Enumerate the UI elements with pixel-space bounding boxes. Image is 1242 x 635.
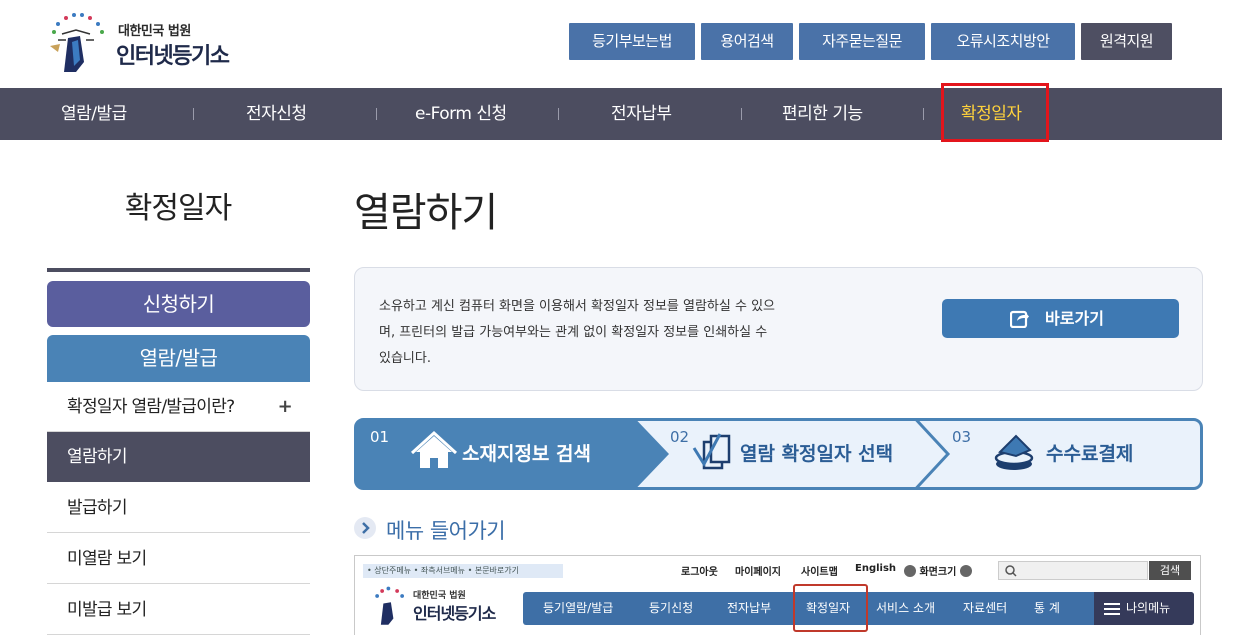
preview-nav-item: 등기열람/발급 [543, 601, 614, 615]
sidebar-view-issue-button[interactable]: 열람/발급 [47, 335, 310, 382]
info-text-line: 며, 프린터의 발급 가능여부와는 관계 없이 확정일자 정보를 인쇄하실 수 [379, 325, 768, 340]
preview-my-menu: 나의메뉴 [1094, 592, 1194, 625]
preview-nav-item: 등기신청 [649, 601, 694, 615]
nav-divider [376, 108, 377, 120]
util-link-remote-support[interactable]: 원격지원 [1081, 23, 1172, 60]
preview-logo-title: 인터넷등기소 [413, 604, 496, 623]
preview-highlight-box [793, 584, 868, 632]
step-3-label: 수수료결제 [1046, 443, 1133, 465]
sidebar-divider [47, 268, 310, 272]
nav-divider [923, 108, 924, 120]
search-icon [1005, 565, 1017, 577]
nav-view-issue[interactable]: 열람/발급 [61, 88, 127, 140]
step-2-label: 열람 확정일자 선택 [740, 442, 893, 465]
info-box: 소유하고 계신 컴퓨터 화면을 이용해서 확정일자 정보를 열람하실 수 있으 … [354, 267, 1203, 391]
info-text: 소유하고 계신 컴퓨터 화면을 이용해서 확정일자 정보를 열람하실 수 있으 … [379, 294, 885, 372]
go-shortcut-label: 바로가기 [1045, 309, 1104, 328]
process-steps: 01 소재지정보 검색 02 열람 확정일자 선택 03 수수료결제 [354, 418, 1203, 490]
sidebar-item-unissued[interactable]: 미발급 보기 [47, 585, 310, 635]
step-1-label: 소재지정보 검색 [462, 443, 591, 465]
sidebar-item-label: 미열람 보기 [67, 549, 147, 569]
preview-nav-item: 자료센터 [963, 601, 1008, 615]
logo-subtitle: 대한민국 법원 [118, 24, 191, 39]
sidebar-item-about[interactable]: 확정일자 열람/발급이란? + [47, 382, 310, 432]
preview-util-screen-size: 화면크기 [904, 563, 972, 578]
preview-util-sitemap: 사이트맵 [801, 567, 838, 578]
preview-nav-item: 통 계 [1034, 601, 1060, 615]
sidebar-item-view[interactable]: 열람하기 [47, 432, 310, 482]
preview-search-input [998, 561, 1148, 580]
court-emblem-icon [375, 586, 404, 625]
step-2-number: 02 [670, 428, 689, 446]
menu-enter-label: 메뉴 들어가기 [386, 519, 506, 543]
nav-convenience[interactable]: 편리한 기능 [782, 88, 863, 140]
preview-search-button: 검색 [1149, 561, 1191, 580]
sidebar-item-label: 열람하기 [67, 447, 127, 467]
sidebar-item-unviewed[interactable]: 미열람 보기 [47, 534, 310, 584]
menu-preview-image: • 상단주메뉴 • 좌측서브메뉴 • 본문바로가기 로그아웃 마이페이지 사이트… [354, 555, 1201, 635]
preview-util-english: English [855, 563, 897, 574]
util-link-error-help[interactable]: 오류시조치방안 [931, 23, 1075, 60]
plus-icon [959, 565, 972, 577]
sidebar-item-label: 발급하기 [67, 498, 127, 518]
sidebar-apply-button[interactable]: 신청하기 [47, 281, 310, 327]
sidebar-item-issue[interactable]: 발급하기 [47, 483, 310, 533]
sidebar-item-label: 확정일자 열람/발급이란? [67, 397, 235, 417]
preview-util-mypage: 마이페이지 [735, 567, 781, 578]
preview-nav-item: 전자납부 [727, 601, 772, 615]
preview-my-menu-label: 나의메뉴 [1126, 601, 1171, 615]
logo-title: 인터넷등기소 [116, 44, 230, 69]
nav-divider [558, 108, 559, 120]
step-3-number: 03 [952, 428, 971, 446]
nav-divider [193, 108, 194, 120]
nav-highlight-box [941, 83, 1049, 142]
util-link-faq[interactable]: 자주묻는질문 [799, 23, 925, 60]
site-logo[interactable]: 대한민국 법원 인터넷등기소 [44, 8, 264, 76]
nav-eform[interactable]: e-Form 신청 [415, 88, 507, 140]
sidebar-item-label: 미발급 보기 [67, 600, 147, 620]
nav-divider [741, 108, 742, 120]
nav-e-filing[interactable]: 전자신청 [246, 88, 307, 140]
preview-screen-size-label: 화면크기 [919, 567, 957, 578]
sidebar-title: 확정일자 [124, 191, 232, 226]
go-shortcut-button[interactable]: 바로가기 [942, 299, 1179, 338]
util-link-glossary[interactable]: 용어검색 [701, 23, 793, 60]
main-nav: 열람/발급 전자신청 e-Form 신청 전자납부 편리한 기능 확정일자 [0, 83, 1222, 142]
util-link-guide[interactable]: 등기부보는법 [569, 23, 695, 60]
court-emblem-icon [50, 13, 104, 72]
page-title: 열람하기 [354, 190, 498, 236]
info-text-line: 소유하고 계신 컴퓨터 화면을 이용해서 확정일자 정보를 열람하실 수 있으 [379, 299, 775, 314]
preview-skip-links: • 상단주메뉴 • 좌측서브메뉴 • 본문바로가기 [363, 564, 563, 578]
preview-nav-item: 서비스 소개 [876, 601, 936, 615]
expand-icon[interactable]: + [278, 382, 293, 432]
share-icon [1010, 310, 1029, 328]
preview-util-logout: 로그아웃 [681, 567, 718, 578]
step-1-number: 01 [370, 428, 389, 446]
info-text-line: 있습니다. [379, 351, 431, 366]
hamburger-icon [1104, 603, 1120, 615]
nav-e-payment[interactable]: 전자납부 [611, 88, 672, 140]
chevron-right-icon [354, 517, 376, 539]
minus-icon [904, 565, 916, 577]
